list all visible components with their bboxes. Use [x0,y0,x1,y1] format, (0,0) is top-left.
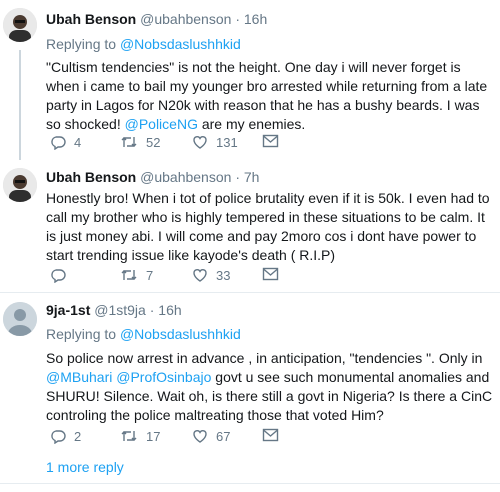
reply-count: 2 [74,428,82,444]
message-button[interactable] [262,428,279,442]
tweet-header: Ubah Benson @ubahbenson · 16h [46,11,268,27]
message-button[interactable] [262,267,279,281]
more-replies-link[interactable]: 1 more reply [46,459,124,475]
tweet[interactable]: 9ja-1st @1st9ja · 16h Replying to @Nobsd… [0,293,500,453]
replying-to-link[interactable]: @Nobsdaslushhkid [120,326,241,342]
author-name[interactable]: 9ja-1st [46,302,90,318]
mention-link[interactable]: @MBuhari [46,369,112,385]
retweet-icon [121,137,137,147]
reply-icon [51,136,66,150]
author-name[interactable]: Ubah Benson [46,169,136,185]
tweet-text: Honestly bro! When i tot of police bruta… [46,190,490,263]
author-name[interactable]: Ubah Benson [46,11,136,27]
mention-link[interactable]: @PoliceNG [125,116,198,132]
avatar[interactable] [3,302,37,336]
replying-label: Replying to [46,36,117,52]
like-button[interactable]: 33 [192,267,230,283]
author-handle[interactable]: @ubahbenson [140,169,231,185]
like-button[interactable]: 67 [192,428,230,444]
author-handle[interactable]: @1st9ja [94,302,146,318]
avatar[interactable] [3,168,37,202]
tweet-actions: 4 52 131 [50,134,490,154]
retweet-icon [121,431,137,441]
retweet-count: 7 [146,267,154,283]
mail-icon [262,134,279,148]
reply-icon [51,430,66,444]
reply-icon [51,269,66,283]
replying-label: Replying to [46,326,117,342]
tweet-text-part: So police now arrest in advance , in ant… [46,350,483,366]
mail-icon [262,267,279,281]
reply-count: 4 [74,134,82,150]
retweet-button[interactable]: 52 [120,134,160,150]
timestamp[interactable]: 16h [158,302,181,318]
retweet-button[interactable]: 7 [120,267,153,283]
message-button[interactable] [262,134,279,148]
tweet-text-part: are my enemies. [197,116,306,132]
like-icon [193,136,207,149]
tweet-text-part: govt u see such monumental anomalies and… [46,369,493,423]
retweet-icon [121,270,137,280]
tweet-text: "Cultism tendencies" is not the height. … [46,58,494,134]
retweet-button[interactable]: 17 [120,428,160,444]
like-button[interactable]: 131 [192,134,238,150]
reply-button[interactable]: 2 [50,428,81,444]
like-count: 67 [216,428,231,444]
tweet-text: So police now arrest in advance , in ant… [46,349,494,425]
mention-link[interactable]: @ProfOsinbajo [116,369,211,385]
like-icon [193,269,207,282]
avatar[interactable] [3,8,37,42]
replying-to: Replying to @Nobsdaslushhkid [46,325,494,343]
replying-to-link[interactable]: @Nobsdaslushhkid [120,36,241,52]
tweet-header: 9ja-1st @1st9ja · 16h [46,302,182,318]
tweet[interactable]: Ubah Benson @ubahbenson · 7h Honestly br… [0,160,500,292]
reply-button[interactable]: 4 [50,134,81,150]
mail-icon [262,428,279,442]
author-handle[interactable]: @ubahbenson [140,11,231,27]
retweet-count: 52 [146,134,161,150]
like-count: 33 [216,267,231,283]
tweet-actions: 2 17 67 [50,428,490,448]
retweet-count: 17 [146,428,161,444]
tweet-actions: 7 33 [50,267,490,287]
like-icon [193,430,207,443]
replying-to: Replying to @Nobsdaslushhkid [46,35,494,53]
divider [0,483,500,484]
reply-button[interactable] [50,267,74,283]
tweet-header: Ubah Benson @ubahbenson · 7h [46,169,260,185]
like-count: 131 [216,134,238,150]
timestamp[interactable]: 16h [244,11,267,27]
tweet[interactable]: Ubah Benson @ubahbenson · 16h Replying t… [0,0,500,160]
timestamp[interactable]: 7h [244,169,260,185]
